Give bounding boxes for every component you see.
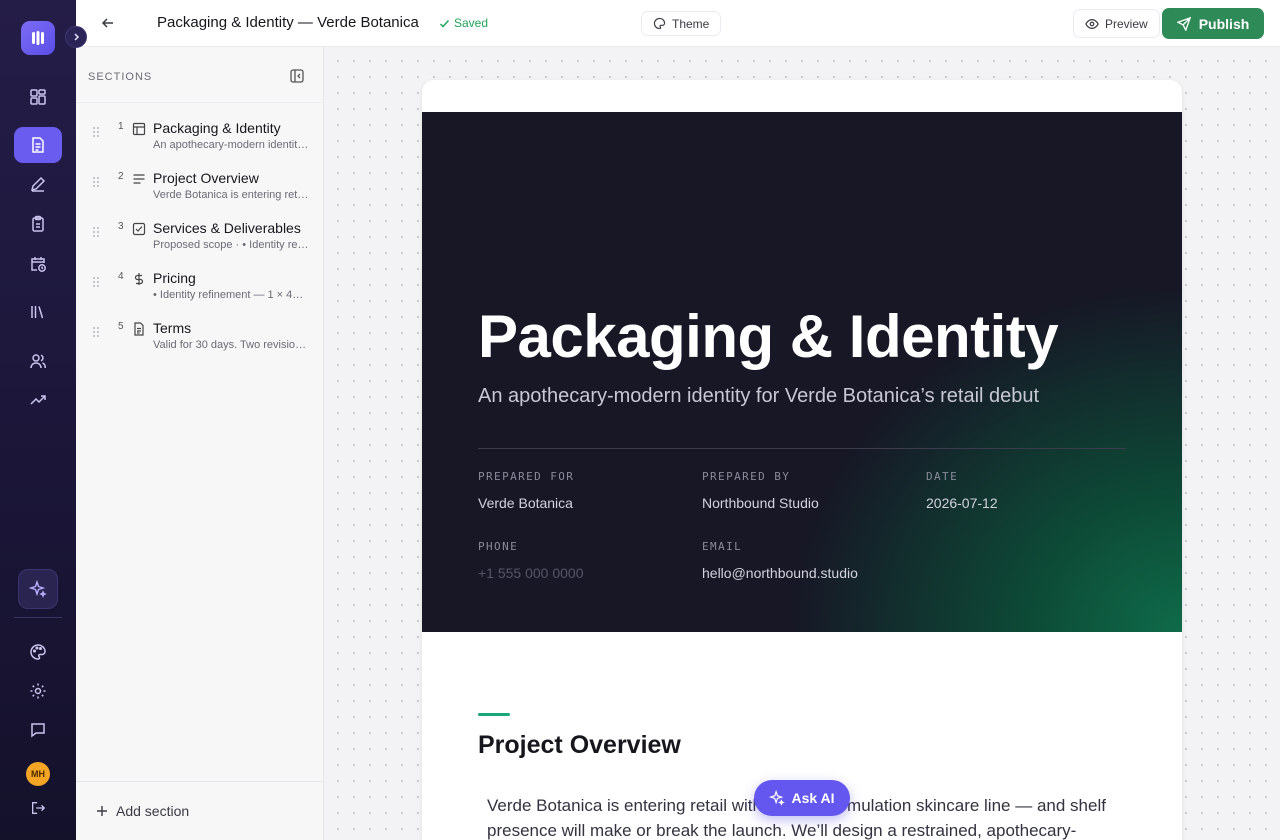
section-title: Project Overview [153,170,259,186]
panel-divider [76,102,324,103]
section-item-packaging[interactable]: 1 Packaging & Identity An apothecary-mod… [76,113,323,163]
calendar-clock-icon[interactable] [14,246,62,282]
section-excerpt: Valid for 30 days. Two revision rounds i… [153,339,309,351]
section-title: Packaging & Identity [153,120,281,136]
meta-value[interactable]: +1 555 000 0000 [478,565,584,581]
ask-ai-label: Ask AI [791,790,835,806]
meta-value[interactable]: Northbound Studio [702,495,819,511]
rail-expand-button[interactable] [65,26,87,48]
drag-handle-icon[interactable] [92,176,100,188]
preview-button[interactable]: Preview [1073,9,1160,38]
drag-handle-icon[interactable] [92,126,100,138]
text-lines-icon [133,174,145,184]
section-title: Services & Deliverables [153,220,301,236]
theme-button[interactable]: Theme [641,11,722,36]
drag-handle-icon[interactable] [92,276,100,288]
back-arrow-icon[interactable] [98,13,118,33]
meta-label: PREPARED FOR [478,470,575,483]
meta-phone: PHONE +1 555 000 0000 [478,540,584,581]
clipboard-icon[interactable] [14,206,62,242]
section-excerpt: An apothecary-modern identity for Verde … [153,139,309,151]
section-excerpt: • Identity refinement — 1 × 4500 [153,289,309,301]
publish-label: Publish [1198,15,1250,32]
ask-ai-button[interactable]: Ask AI [754,780,850,816]
meta-label: DATE [926,470,959,483]
section-number: 3 [118,221,124,232]
app-rail: MH [0,0,76,840]
section-title: Pricing [153,270,196,286]
cover-section[interactable]: Packaging & Identity An apothecary-moder… [422,112,1182,632]
meta-date: DATE 2026-07-12 [926,470,998,511]
ai-sparkle-icon[interactable] [18,569,58,609]
section-excerpt: Proposed scope · • Identity refinement [153,239,309,251]
add-section-label: Add section [116,803,190,819]
send-icon [1176,16,1191,31]
panel-footer-divider [76,781,324,782]
preview-label: Preview [1105,16,1148,31]
publish-button[interactable]: Publish [1162,8,1264,39]
document-icon [134,322,144,336]
meta-email: EMAIL hello@northbound.studio [702,540,858,581]
cover-title[interactable]: Packaging & Identity [478,302,1059,371]
library-icon[interactable] [14,294,62,330]
user-avatar[interactable]: MH [26,762,50,786]
check-icon [439,19,450,28]
section-item-overview[interactable]: 2 Project Overview Verde Botanica is ent… [76,163,323,213]
section-item-pricing[interactable]: 4 Pricing • Identity refinement — 1 × 45… [76,263,323,313]
checkbox-icon [132,222,146,236]
section-excerpt: Verde Botanica is entering retail with a… [153,189,309,201]
theme-label: Theme [672,16,710,31]
dashboard-icon[interactable] [14,79,62,115]
dollar-icon [134,273,144,285]
trending-up-icon[interactable] [14,382,62,418]
document-page: Packaging & Identity An apothecary-moder… [422,80,1182,840]
cover-divider [478,448,1126,449]
app-logo-icon[interactable] [21,21,55,55]
sections-panel: SECTIONS 1 Packaging & Identity An apoth… [76,47,324,840]
meta-value[interactable]: 2026-07-12 [926,495,998,511]
meta-prepared-by: PREPARED BY Northbound Studio [702,470,819,511]
layout-icon [132,122,146,136]
documents-icon[interactable] [14,127,62,163]
document-title[interactable]: Packaging & Identity — Verde Botanica [157,14,419,31]
drag-handle-icon[interactable] [92,226,100,238]
sparkle-icon [769,790,786,806]
chevron-right-icon [74,33,80,41]
top-bar: Packaging & Identity — Verde Botanica Sa… [76,0,1280,47]
sections-heading: SECTIONS [88,71,153,83]
collapse-panel-icon[interactable] [290,69,306,85]
palette-icon[interactable] [14,634,62,670]
drag-handle-icon[interactable] [92,326,100,338]
meta-value[interactable]: Verde Botanica [478,495,574,511]
meta-label: EMAIL [702,540,743,553]
section-number: 2 [118,171,124,182]
chat-bubble-icon[interactable] [14,712,62,748]
meta-label: PHONE [478,540,519,553]
eye-icon [1085,18,1099,29]
rail-divider [14,617,62,618]
section-title: Terms [153,320,192,336]
plus-icon [97,806,107,816]
settings-gear-icon[interactable] [14,673,62,709]
meta-value[interactable]: hello@northbound.studio [702,565,858,581]
overview-heading[interactable]: Project Overview [478,731,681,760]
saved-label: Saved [454,16,489,30]
meta-label: PREPARED BY [702,470,791,483]
section-number: 5 [118,321,124,332]
cover-subtitle[interactable]: An apothecary-modern identity for Verde … [478,385,1039,408]
palette-icon [653,17,666,30]
section-item-terms[interactable]: 5 Terms Valid for 30 days. Two revision … [76,313,323,363]
section-accent-bar [478,713,510,716]
pen-icon[interactable] [14,166,62,202]
saved-status: Saved [439,16,488,30]
editor-canvas: Packaging & Identity An apothecary-moder… [324,47,1280,840]
meta-prepared-for: PREPARED FOR Verde Botanica [478,470,574,511]
logout-icon[interactable] [14,790,62,826]
add-section-button[interactable]: Add section [96,803,189,819]
section-item-services[interactable]: 3 Services & Deliverables Proposed scope… [76,213,323,263]
section-number: 4 [118,271,124,282]
section-number: 1 [118,121,124,132]
users-icon[interactable] [14,343,62,379]
